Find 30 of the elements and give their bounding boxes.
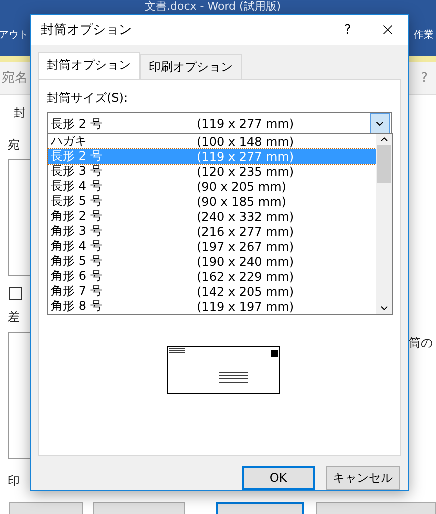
list-item[interactable]: 角形 6 号 (162 x 229 mm): [48, 269, 376, 284]
checkbox[interactable]: [9, 287, 22, 300]
section-label: 筒の: [409, 335, 433, 352]
size-label: 封筒サイズ(S):: [47, 90, 130, 107]
ribbon-tab[interactable]: 作業: [414, 28, 434, 42]
section-label: 宛: [8, 137, 20, 154]
list-item[interactable]: 角形 4 号 (197 x 267 mm): [48, 239, 376, 254]
scroll-thumb[interactable]: [377, 145, 391, 183]
list-item[interactable]: 長形 3 号 (120 x 235 mm): [48, 164, 376, 179]
tab[interactable]: 印刷オプション: [140, 54, 242, 80]
section-label: 差: [8, 309, 20, 326]
section-label: 印: [8, 473, 20, 490]
list-item[interactable]: 角形 7 号 (142 x 205 mm): [48, 284, 376, 299]
list-item[interactable]: 角形 5 号 (190 x 240 mm): [48, 254, 376, 269]
ribbon-tab[interactable]: アウト: [0, 28, 29, 42]
list-item[interactable]: 角形 3 号 (216 x 277 mm): [48, 224, 376, 239]
help-button[interactable]: ?: [328, 22, 368, 38]
section-label: 封: [14, 105, 26, 122]
ok-button[interactable]: OK: [242, 466, 315, 490]
tab[interactable]: 封筒オプション: [38, 52, 140, 80]
window-title: 文書.docx - Word (試用版): [145, 0, 282, 13]
list-item[interactable]: 長形 4 号 (90 x 205 mm): [48, 179, 376, 194]
list-item[interactable]: 角形 8 号 (119 x 197 mm): [48, 299, 376, 314]
list-item[interactable]: 長形 5 号 (90 x 185 mm): [48, 194, 376, 209]
list-item[interactable]: 角形 2 号 (240 x 332 mm): [48, 209, 376, 224]
chevron-down-icon[interactable]: [370, 113, 390, 135]
scrollbar[interactable]: [376, 134, 392, 314]
cancel-button[interactable]: キャンセル: [326, 466, 400, 490]
dialog-title: 封筒オプション: [41, 22, 133, 39]
list-item[interactable]: ハガキ (100 x 148 mm): [48, 134, 376, 149]
